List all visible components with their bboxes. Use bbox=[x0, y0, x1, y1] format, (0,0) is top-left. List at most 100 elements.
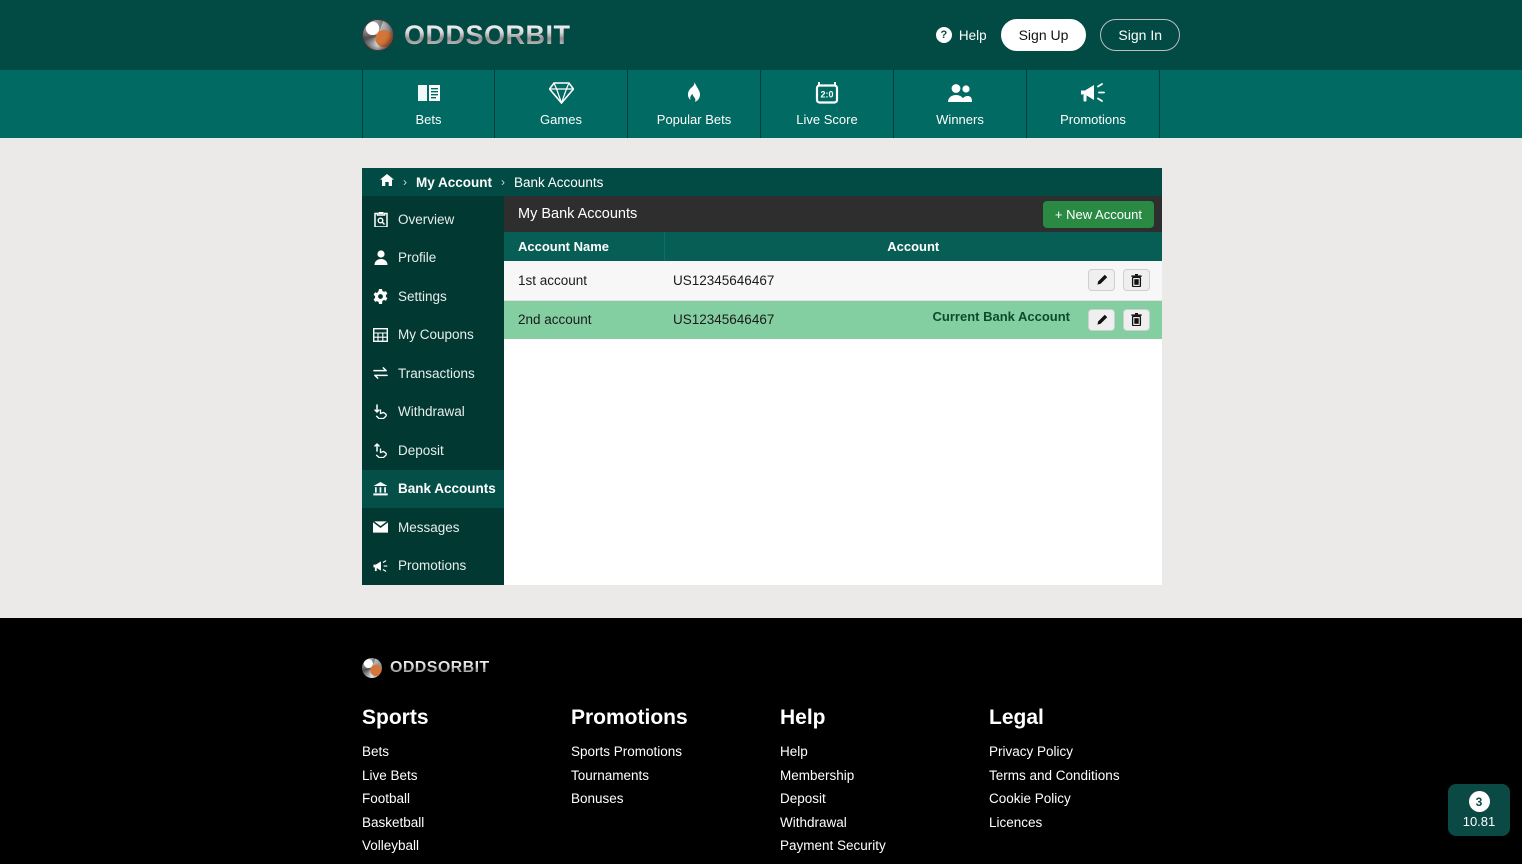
brand-logo[interactable]: ODDSORBIT bbox=[362, 19, 571, 51]
footer-link[interactable]: Tournaments bbox=[571, 768, 780, 783]
edit-button[interactable] bbox=[1088, 269, 1115, 292]
breadcrumb: › My Account › Bank Accounts bbox=[362, 168, 1162, 196]
nav-item-games[interactable]: Games bbox=[495, 70, 628, 138]
nav-item-live-score[interactable]: 2:0 Live Score bbox=[761, 70, 894, 138]
account-number: US12345646467 bbox=[673, 272, 775, 288]
footer-column-title: Help bbox=[780, 706, 826, 729]
delete-button[interactable] bbox=[1123, 308, 1150, 331]
breadcrumb-current: Bank Accounts bbox=[514, 174, 604, 190]
sidebar-item-messages[interactable]: Messages bbox=[362, 508, 504, 547]
page-content: › My Account › Bank Accounts Overview Pr… bbox=[0, 138, 1522, 618]
row-actions bbox=[1088, 269, 1150, 292]
grid-icon bbox=[373, 327, 388, 342]
sign-in-button[interactable]: Sign In bbox=[1100, 19, 1180, 51]
sidebar-item-label: Overview bbox=[398, 211, 455, 227]
ball-logo-icon bbox=[362, 658, 382, 678]
table-header-row: Account Name Account bbox=[504, 232, 1162, 261]
sidebar-item-transactions[interactable]: Transactions bbox=[362, 354, 504, 393]
ball-logo-icon bbox=[362, 19, 394, 51]
footer-columns: Sports Bets Live Bets Football Basketbal… bbox=[362, 706, 1522, 864]
footer-link[interactable]: Withdrawal bbox=[780, 815, 989, 830]
sidebar-item-label: Promotions bbox=[398, 558, 467, 574]
sidebar-item-deposit[interactable]: Deposit bbox=[362, 431, 504, 470]
cell-account: US12345646467 Current Bank Account bbox=[664, 300, 1162, 339]
current-account-badge: Current Bank Account bbox=[932, 308, 1070, 324]
sidebar-item-profile[interactable]: Profile bbox=[362, 239, 504, 278]
fire-icon bbox=[681, 81, 707, 105]
footer-column-legal: Legal Privacy Policy Terms and Condition… bbox=[989, 706, 1198, 864]
site-header: ODDSORBIT ? Help Sign Up Sign In bbox=[0, 0, 1522, 70]
sign-up-button[interactable]: Sign Up bbox=[1000, 19, 1087, 51]
new-account-button[interactable]: + New Account bbox=[1042, 200, 1154, 228]
account-body: Overview Profile Settings My Coupons Tra… bbox=[362, 196, 1162, 585]
people-icon bbox=[947, 81, 973, 105]
footer-link[interactable]: Cookie Policy bbox=[989, 791, 1198, 806]
footer-link[interactable]: Terms and Conditions bbox=[989, 768, 1198, 783]
footer-link[interactable]: Privacy Policy bbox=[989, 744, 1198, 759]
column-account: Account bbox=[664, 232, 1162, 261]
sidebar-item-overview[interactable]: Overview bbox=[362, 200, 504, 239]
footer-column-title: Promotions bbox=[571, 706, 688, 729]
breadcrumb-separator-1: › bbox=[403, 175, 407, 189]
footer-link[interactable]: Help bbox=[780, 744, 989, 759]
panel-title: My Bank Accounts bbox=[518, 206, 638, 222]
footer-brand-name: ODDSORBIT bbox=[390, 659, 490, 676]
delete-button[interactable] bbox=[1123, 269, 1150, 292]
nav-item-popular-bets[interactable]: Popular Bets bbox=[628, 70, 761, 138]
sidebar-item-promotions[interactable]: Promotions bbox=[362, 547, 504, 586]
main-navigation: Bets Games Popular Bets 2:0 Live Score W… bbox=[0, 70, 1522, 138]
nav-item-promotions[interactable]: Promotions bbox=[1027, 70, 1160, 138]
footer-column-promotions: Promotions Sports Promotions Tournaments… bbox=[571, 706, 780, 864]
breadcrumb-separator-2: › bbox=[501, 175, 506, 189]
home-icon[interactable] bbox=[380, 174, 394, 190]
footer-link[interactable]: Basketball bbox=[362, 815, 571, 830]
footer-column-title: Legal bbox=[989, 706, 1044, 729]
clipboard-search-icon bbox=[373, 211, 388, 227]
panel-header: My Bank Accounts + New Account bbox=[504, 196, 1162, 232]
sidebar-item-withdrawal[interactable]: Withdrawal bbox=[362, 393, 504, 432]
column-account-name: Account Name bbox=[504, 232, 665, 261]
footer-link[interactable]: Volleyball bbox=[362, 838, 571, 853]
footer-link[interactable]: Membership bbox=[780, 768, 989, 783]
book-icon bbox=[416, 81, 442, 105]
scoreboard-icon: 2:0 bbox=[814, 81, 840, 105]
footer-link[interactable]: Sports Promotions bbox=[571, 744, 780, 759]
nav-item-bets[interactable]: Bets bbox=[362, 70, 495, 138]
footer-link[interactable]: Bets bbox=[362, 744, 571, 759]
envelope-icon bbox=[373, 520, 388, 535]
help-link[interactable]: ? Help bbox=[935, 27, 987, 43]
footer-link[interactable]: Live Bets bbox=[362, 768, 571, 783]
nav-label: Popular Bets bbox=[656, 112, 732, 127]
transfer-arrows-icon bbox=[373, 366, 388, 381]
table-row[interactable]: 1st account US12345646467 bbox=[504, 261, 1162, 300]
brand-name: ODDSORBIT bbox=[404, 19, 571, 50]
breadcrumb-my-account[interactable]: My Account bbox=[416, 175, 492, 190]
cell-account-name: 2nd account bbox=[518, 312, 592, 328]
megaphone-icon bbox=[373, 558, 388, 573]
account-number: US12345646467 bbox=[673, 312, 775, 328]
cell-account-name: 1st account bbox=[518, 272, 588, 288]
footer-link[interactable]: Deposit bbox=[780, 791, 989, 806]
edit-button[interactable] bbox=[1088, 308, 1115, 331]
bank-accounts-table: Account Name Account 1st account US12345… bbox=[504, 232, 1162, 339]
account-card: › My Account › Bank Accounts Overview Pr… bbox=[362, 168, 1162, 585]
sidebar-item-settings[interactable]: Settings bbox=[362, 277, 504, 316]
sidebar-item-my-coupons[interactable]: My Coupons bbox=[362, 316, 504, 355]
footer-link[interactable]: Licences bbox=[989, 815, 1198, 830]
footer-column-help: Help Help Membership Deposit Withdrawal … bbox=[780, 706, 989, 864]
sidebar-item-label: Transactions bbox=[398, 365, 475, 381]
question-circle-icon: ? bbox=[935, 27, 952, 43]
betslip-widget[interactable]: 3 10.81 bbox=[1448, 784, 1510, 836]
nav-label: Live Score bbox=[796, 112, 858, 127]
footer-link[interactable]: Football bbox=[362, 791, 571, 806]
nav-item-winners[interactable]: Winners bbox=[894, 70, 1027, 138]
footer-link[interactable]: Bonuses bbox=[571, 791, 780, 806]
betslip-count: 3 bbox=[1468, 791, 1490, 812]
sidebar-item-bank-accounts[interactable]: Bank Accounts bbox=[362, 469, 504, 508]
footer-link[interactable]: Payment Security bbox=[780, 838, 989, 853]
footer-column-title: Sports bbox=[362, 706, 429, 729]
sidebar-item-label: Bank Accounts bbox=[398, 481, 496, 497]
footer-logo[interactable]: ODDSORBIT bbox=[362, 658, 1522, 678]
table-row[interactable]: 2nd account US12345646467 Current Bank A… bbox=[504, 300, 1162, 339]
sidebar-item-label: My Coupons bbox=[398, 327, 474, 343]
